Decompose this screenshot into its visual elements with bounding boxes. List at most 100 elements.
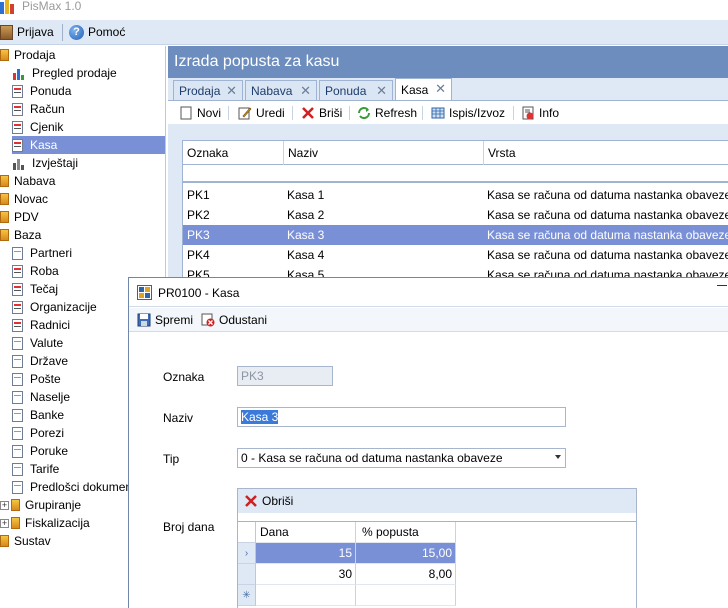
tree-item-predlo-ci-dokumenta[interactable]: Predlošci dokumenta: [12, 478, 144, 496]
toolbar-separator: [292, 106, 293, 120]
table-row[interactable]: › 15 15,00: [238, 543, 636, 564]
tree-item-novac[interactable]: Novac: [0, 190, 50, 208]
close-icon[interactable]: ✕: [435, 81, 446, 97]
menu-prijava-label: Prijava: [17, 25, 54, 39]
tree-item-pdv[interactable]: PDV: [0, 208, 41, 226]
tree-item-label: Pošte: [30, 372, 61, 386]
tree-item-organizacije[interactable]: Organizacije: [12, 298, 99, 316]
odustani-button[interactable]: Odustani: [201, 308, 267, 332]
tree-item-nabava[interactable]: Nabava: [0, 172, 57, 190]
info-button[interactable]: Info: [521, 101, 559, 125]
table-row[interactable]: PK4 Kasa 4 Kasa se računa od datuma nastan…: [183, 245, 728, 265]
tab-ponuda[interactable]: Ponuda ✕: [319, 80, 393, 100]
spremi-button[interactable]: Spremi: [137, 308, 193, 332]
menu-prijava[interactable]: Prijava: [0, 20, 54, 44]
column-header-naziv[interactable]: Naziv: [284, 141, 484, 165]
tree-item-ra-un[interactable]: Račun: [12, 100, 67, 118]
cell-dana[interactable]: 30: [256, 564, 356, 585]
tree-item-izvje-taji[interactable]: Izvještaji: [12, 154, 80, 172]
close-icon[interactable]: ✕: [226, 83, 237, 99]
folder-icon: [0, 229, 9, 241]
novi-button[interactable]: Novi: [179, 101, 221, 125]
expand-icon[interactable]: +: [0, 518, 9, 528]
naziv-field[interactable]: Kasa 3: [237, 407, 566, 427]
tab-nabava[interactable]: Nabava ✕: [245, 80, 317, 100]
table-row[interactable]: 30 8,00: [238, 564, 636, 585]
folder-icon: [0, 175, 9, 187]
tree-item-partneri[interactable]: Partneri: [12, 244, 74, 262]
tree-item-baza[interactable]: Baza: [0, 226, 43, 244]
tree-item-radnici[interactable]: Radnici: [12, 316, 72, 334]
naziv-label: Naziv: [163, 411, 194, 425]
dialog-title: PR0100 - Kasa: [158, 286, 240, 300]
table-row[interactable]: PK1 Kasa 1 Kasa se računa od datuma nastan…: [183, 185, 728, 205]
tree-item-kasa[interactable]: Kasa: [12, 136, 165, 154]
chevron-down-icon[interactable]: [555, 455, 561, 459]
tree-item-porezi[interactable]: Porezi: [12, 424, 66, 442]
document-icon: [12, 264, 23, 278]
cell-dana[interactable]: 15: [256, 543, 356, 564]
expand-icon[interactable]: +: [0, 500, 9, 510]
column-header-oznaka[interactable]: Oznaka: [183, 141, 284, 165]
ispis-izvoz-button[interactable]: Ispis/Izvoz: [431, 101, 505, 125]
tree-item-po-te[interactable]: Pošte: [12, 370, 63, 388]
page-icon: [12, 444, 23, 458]
column-header-vrsta[interactable]: Vrsta: [484, 141, 728, 165]
new-row[interactable]: ✳: [238, 585, 636, 606]
cell-popust[interactable]: 8,00: [356, 564, 456, 585]
info-label: Info: [539, 106, 560, 120]
column-header-popust[interactable]: % popusta: [356, 522, 456, 543]
form-window-icon: [137, 285, 152, 300]
tree-item-tarife[interactable]: Tarife: [12, 460, 61, 478]
minimize-icon[interactable]: [717, 285, 727, 286]
cell-vrsta: Kasa se računa od datuma nastanka obavez…: [487, 188, 728, 202]
tree-item-label: Pregled prodaje: [32, 66, 117, 80]
folder-icon: [11, 517, 20, 529]
save-icon: [137, 313, 151, 327]
tree-item-roba[interactable]: Roba: [12, 262, 61, 280]
grid-filter-row[interactable]: [183, 165, 728, 183]
page-icon: [12, 426, 23, 440]
cell-naziv: Kasa 3: [287, 228, 325, 242]
close-icon[interactable]: ✕: [376, 83, 387, 99]
page-icon: [12, 246, 23, 260]
cell-naziv: Kasa 2: [287, 208, 325, 222]
menu-pomoc[interactable]: ? Pomoć: [69, 20, 125, 44]
brisi-button[interactable]: Briši: [301, 101, 342, 125]
new-row-cell[interactable]: [356, 585, 456, 606]
table-row[interactable]: PK3 Kasa 3 Kasa se računa od datuma nastan…: [183, 225, 728, 245]
tree-item-naselje[interactable]: Naselje: [12, 388, 72, 406]
tree-item-pregled-prodaje[interactable]: Pregled prodaje: [12, 64, 119, 82]
tree-item-dr-ave[interactable]: Države: [12, 352, 70, 370]
ispis-izvoz-label: Ispis/Izvoz: [449, 106, 506, 120]
cell-popust[interactable]: 15,00: [356, 543, 456, 564]
tree-item-prodaja[interactable]: Prodaja: [0, 46, 57, 64]
tree-item-valute[interactable]: Valute: [12, 334, 65, 352]
uredi-button[interactable]: Uredi: [238, 101, 285, 125]
delete-icon: [302, 107, 314, 119]
column-header-dana[interactable]: Dana: [256, 522, 356, 543]
tab-prodaja[interactable]: Prodaja ✕: [173, 80, 243, 100]
document-icon: [12, 84, 23, 98]
close-icon[interactable]: ✕: [300, 83, 311, 99]
tree-item-fiskalizacija[interactable]: + Fiskalizacija: [0, 514, 92, 532]
obrisi-button[interactable]: Obriši: [244, 489, 293, 513]
document-icon: [12, 282, 23, 296]
tree-item-grupiranje[interactable]: + Grupiranje: [0, 496, 83, 514]
table-row[interactable]: PK2 Kasa 2 Kasa se računa od datuma nastan…: [183, 205, 728, 225]
tree-item-banke[interactable]: Banke: [12, 406, 66, 424]
tab-kasa[interactable]: Kasa ✕: [395, 78, 452, 100]
new-row-cell[interactable]: [256, 585, 356, 606]
tree-item-poruke[interactable]: Poruke: [12, 442, 70, 460]
tip-select[interactable]: 0 - Kasa se računa od datuma nastanka ob…: [237, 448, 566, 468]
tree-item-cjenik[interactable]: Cjenik: [12, 118, 65, 136]
tree-item-label: Novac: [14, 192, 49, 206]
oznaka-field: PK3: [237, 366, 333, 386]
tree-item-ponuda[interactable]: Ponuda: [12, 82, 73, 100]
refresh-button[interactable]: Refresh: [357, 101, 417, 125]
cell-oznaka: PK2: [187, 208, 210, 222]
tree-item-te-aj[interactable]: Tečaj: [12, 280, 60, 298]
tree-item-sustav[interactable]: Sustav: [0, 532, 53, 550]
info-icon: [522, 106, 534, 120]
page-icon: [12, 372, 23, 386]
